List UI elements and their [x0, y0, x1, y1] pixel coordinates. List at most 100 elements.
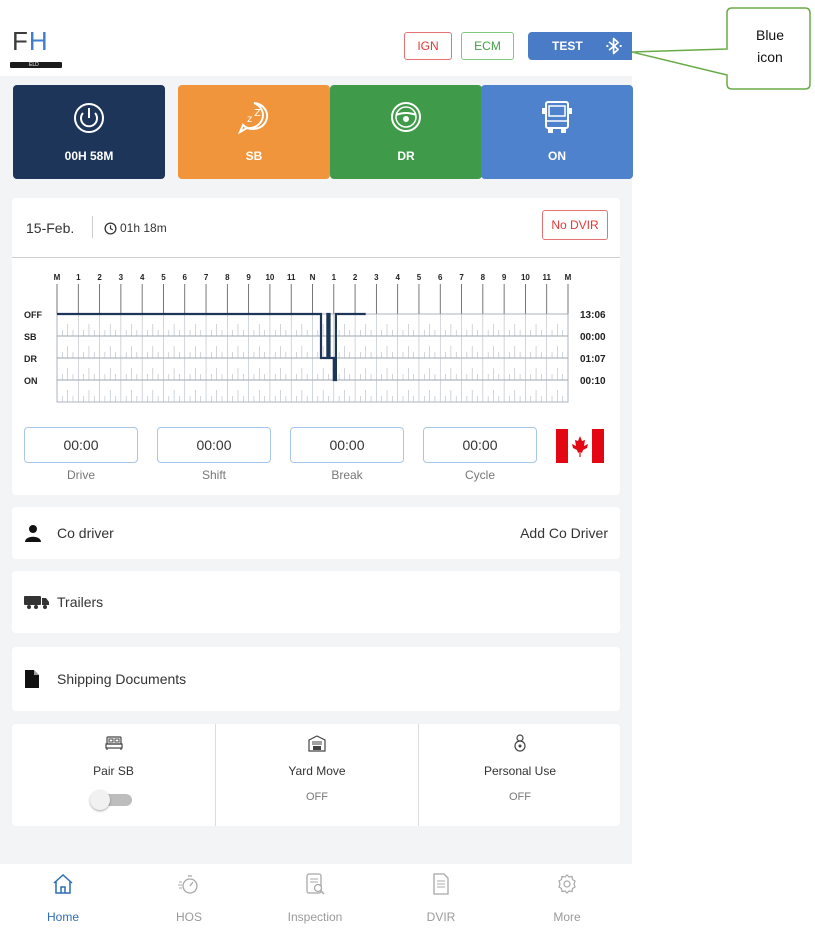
hour-label: 8	[225, 273, 230, 282]
person-icon	[25, 525, 41, 542]
hour-label: 2	[353, 273, 358, 282]
ign-status-chip: IGN	[404, 32, 452, 60]
yard-move-label: Yard Move	[288, 764, 346, 778]
break-counter-label: Break	[331, 468, 363, 482]
yard-move-state: OFF	[306, 791, 328, 803]
hour-label: 6	[438, 273, 443, 282]
nav-home[interactable]: Home	[0, 864, 126, 928]
duty-status-label: SB	[24, 332, 37, 342]
bluetooth-icon	[606, 37, 622, 55]
nav-dvir-label: DVIR	[426, 910, 456, 924]
pair-sb-label: Pair SB	[93, 764, 134, 778]
document-icon	[433, 873, 449, 895]
shipping-documents-label: Shipping Documents	[57, 671, 187, 687]
trailers-row[interactable]: Trailers	[12, 571, 620, 633]
driving-label: DR	[397, 149, 415, 163]
hour-label: 11	[287, 273, 296, 282]
hour-label: M	[54, 273, 61, 282]
stopwatch-icon	[178, 875, 198, 894]
ecm-status-chip: ECM	[461, 32, 514, 60]
pair-sb-toggle[interactable]: Pair SB	[12, 724, 215, 826]
yard-move-toggle[interactable]: Yard Move OFF	[215, 724, 418, 826]
nav-inspection[interactable]: Inspection	[252, 864, 378, 928]
hour-label: 11	[542, 273, 551, 282]
nav-hos[interactable]: HOS	[126, 864, 252, 928]
hour-label: 1	[76, 273, 81, 282]
hour-label: 4	[140, 273, 145, 282]
drive-counter: 00:00	[24, 427, 138, 463]
hour-label: 6	[183, 273, 188, 282]
bottom-navigation: Home HOS Inspection DVIR More	[0, 864, 632, 928]
app-logo: FH ELD	[10, 22, 62, 68]
hour-label: 8	[481, 273, 486, 282]
header: FH ELD IGN ECM TEST	[0, 0, 632, 76]
status-tile-off-duty[interactable]: 00H 58M	[13, 85, 165, 179]
trailers-label: Trailers	[57, 594, 104, 610]
add-co-driver-link[interactable]: Add Co Driver	[520, 525, 608, 541]
device-name-label: TEST	[552, 39, 583, 53]
personal-use-state: OFF	[509, 791, 531, 803]
power-icon	[74, 103, 104, 133]
status-tile-on-duty[interactable]: ON	[481, 85, 633, 179]
duty-status-total: 00:00	[580, 332, 606, 343]
off-duty-timer: 00H 58M	[64, 149, 114, 163]
hour-label: 4	[395, 273, 400, 282]
co-driver-row[interactable]: Co driver Add Co Driver	[12, 507, 620, 559]
hos-log-graph: M 1 2 3 4 5 6 7 8 9 10 11 N 1 2 3 4 5 6 7 8 9 10 11 M OFF 13:06 SB 0…	[24, 273, 606, 403]
shipping-documents-row[interactable]: Shipping Documents	[12, 647, 620, 711]
break-counter: 00:00	[290, 427, 404, 463]
no-dvir-badge[interactable]: No DVIR	[542, 210, 608, 240]
nav-more[interactable]: More	[504, 864, 630, 928]
nav-hos-label: HOS	[175, 910, 202, 924]
callout-text: Blue icon	[755, 27, 785, 65]
duty-status-line	[57, 312, 366, 382]
hour-label: N	[310, 273, 316, 282]
pair-sb-switch[interactable]	[90, 790, 132, 810]
log-date: 15-Feb.	[26, 220, 75, 236]
shift-counter: 00:00	[157, 427, 271, 463]
on-duty-label: ON	[548, 149, 566, 163]
duty-status-total: 13:06	[580, 310, 606, 321]
garage-icon	[308, 735, 326, 752]
bed-icon	[104, 736, 123, 750]
hour-label: 3	[119, 273, 124, 282]
duty-status-label: OFF	[24, 310, 42, 320]
shift-counter-label: Shift	[201, 468, 226, 482]
hour-label: 10	[521, 273, 530, 282]
drive-counter-label: Drive	[66, 468, 95, 482]
cycle-counter: 00:00	[423, 427, 537, 463]
device-connection-button[interactable]: TEST	[528, 32, 632, 60]
hour-label: 7	[204, 273, 209, 282]
sleep-icon: z Z	[237, 102, 269, 135]
hour-label: 1	[332, 273, 337, 282]
status-tile-sleeper[interactable]: z Z SB	[178, 85, 330, 179]
duty-status-label: ON	[24, 376, 38, 386]
svg-text:z: z	[247, 114, 252, 125]
canada-flag-icon[interactable]	[556, 429, 604, 463]
personal-use-label: Personal Use	[483, 764, 557, 778]
personal-use-toggle[interactable]: Personal Use OFF	[418, 724, 621, 826]
hour-label: 10	[265, 273, 274, 282]
cycle-counter-label: Cycle	[464, 468, 495, 482]
hour-label: 9	[246, 273, 251, 282]
document-icon	[25, 670, 39, 688]
duty-status-total: 01:07	[580, 354, 606, 365]
app-screen: FH ELD IGN ECM TEST 00H 58M z Z SB DR ON…	[0, 0, 633, 928]
clock-icon	[104, 222, 117, 235]
status-tile-driving[interactable]: DR	[330, 85, 482, 179]
steering-wheel-icon	[391, 102, 421, 132]
home-icon	[53, 873, 73, 894]
special-status-panel: Pair SB Yard Move OFF Personal Use OFF	[12, 724, 620, 826]
daily-log-card: 15-Feb. 01h 18m No DVIR M 1 2 3 4 5 6 7 8 9 10 11 N 1…	[12, 198, 620, 495]
co-driver-label: Co driver	[57, 525, 114, 541]
hour-label: 3	[374, 273, 379, 282]
duty-status-total: 00:10	[580, 376, 606, 387]
nav-more-label: More	[553, 910, 581, 924]
hour-label: M	[565, 273, 572, 282]
driver-icon	[514, 734, 526, 752]
nav-dvir[interactable]: DVIR	[378, 864, 504, 928]
inspection-icon	[306, 873, 325, 895]
duty-status-label: DR	[24, 354, 37, 364]
truck-icon	[542, 101, 572, 133]
nav-inspection-label: Inspection	[287, 910, 343, 924]
